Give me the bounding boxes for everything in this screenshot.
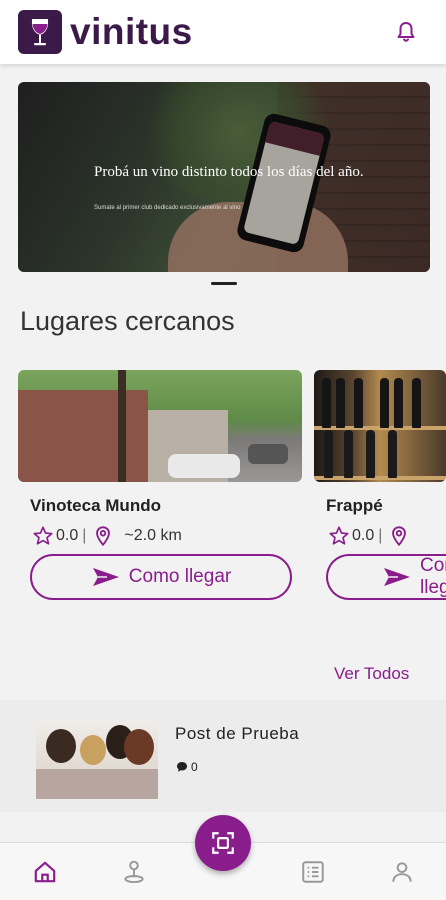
- post-card[interactable]: Post de Prueba 0: [0, 700, 446, 812]
- place-rating: 0.0: [352, 527, 375, 544]
- banner-subtext: Sumate al primer club dedicado exclusiva…: [94, 205, 241, 211]
- directions-button[interactable]: Como llegar: [326, 554, 446, 600]
- place-rating: 0.0: [56, 527, 79, 544]
- place-meta: 0.0 | ~2.0 km: [32, 524, 182, 548]
- wine-glass-icon: [18, 10, 62, 54]
- top-bar: vinitus: [0, 0, 446, 64]
- post-comments: 0: [176, 760, 198, 774]
- location-pin-icon: [96, 526, 111, 547]
- comment-icon: [177, 762, 187, 772]
- see-all-link[interactable]: Ver Todos: [334, 664, 409, 684]
- post-comment-count: 0: [191, 760, 198, 774]
- brand-name: vinitus: [70, 11, 193, 52]
- directions-button[interactable]: Como llegar: [30, 554, 292, 600]
- star-icon: [329, 526, 349, 545]
- place-image-frappe[interactable]: [314, 370, 446, 482]
- send-icon: [384, 568, 410, 586]
- promo-banner[interactable]: Probá un vino distinto todos los días de…: [18, 82, 430, 272]
- menu-list-icon[interactable]: [300, 859, 326, 885]
- place-name[interactable]: Frappé: [326, 496, 383, 516]
- star-icon: [33, 526, 53, 545]
- scan-button[interactable]: [195, 815, 251, 871]
- section-title-nearby: Lugares cercanos: [20, 306, 235, 336]
- directions-button-label: Como llegar: [420, 555, 446, 598]
- location-pin-icon: [392, 526, 407, 547]
- meta-separator: |: [82, 527, 87, 544]
- send-icon: [92, 568, 119, 586]
- directions-button-label: Como llegar: [128, 566, 232, 587]
- meta-separator: |: [378, 527, 383, 544]
- carousel-indicator: [211, 282, 237, 285]
- map-pin-icon[interactable]: [121, 859, 147, 885]
- place-distance: ~2.0 km: [124, 527, 182, 544]
- scan-icon: [212, 832, 234, 854]
- place-name[interactable]: Vinoteca Mundo: [30, 496, 161, 516]
- place-meta: 0.0 |: [328, 524, 446, 548]
- bell-icon[interactable]: [394, 20, 418, 44]
- home-icon[interactable]: [32, 859, 58, 885]
- profile-icon[interactable]: [389, 859, 415, 885]
- post-image: [36, 721, 158, 799]
- place-image-vinoteca-mundo[interactable]: [18, 370, 302, 482]
- post-title: Post de Prueba: [175, 724, 300, 743]
- banner-headline: Probá un vino distinto todos los días de…: [94, 164, 364, 180]
